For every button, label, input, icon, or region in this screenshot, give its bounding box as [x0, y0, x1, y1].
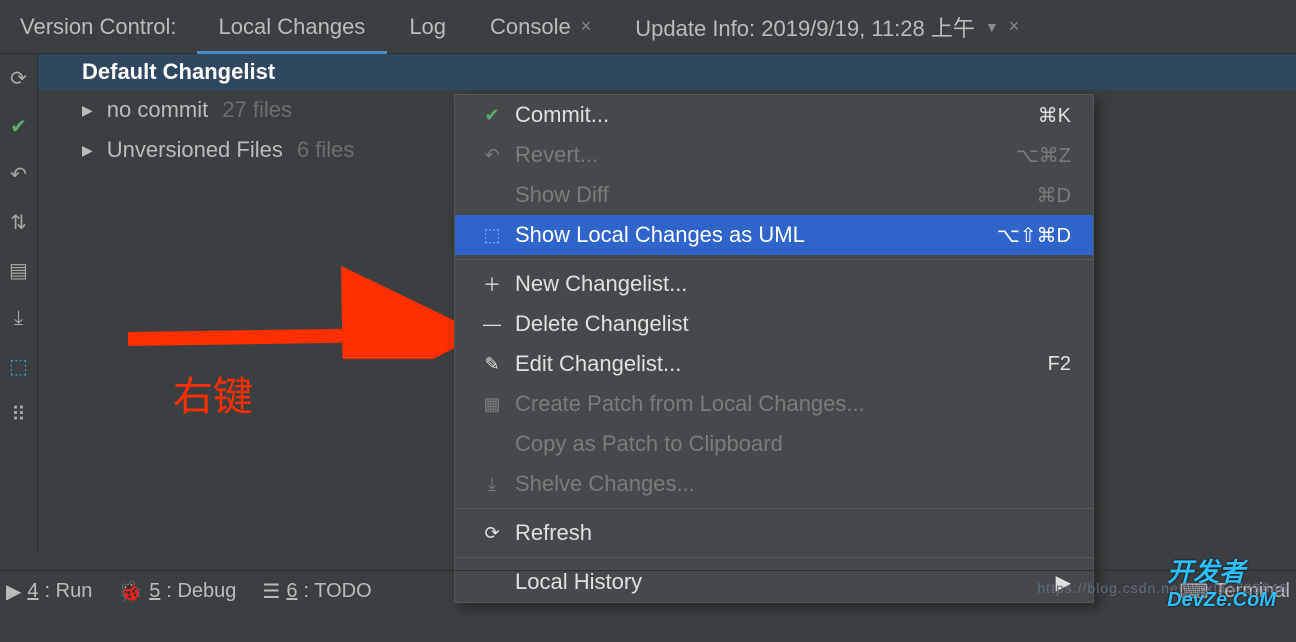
expand-icon[interactable]: ▶: [82, 102, 93, 119]
annotation-text: 右键: [173, 364, 253, 422]
plus-icon: ＋: [477, 271, 507, 297]
uml-icon: ⬚: [477, 225, 507, 246]
menu-refresh[interactable]: ⟳Refresh: [455, 513, 1093, 553]
menu-shelve[interactable]: ⤓Shelve Changes...: [455, 464, 1093, 504]
shelve-icon[interactable]: ⤓: [5, 304, 33, 332]
tool-debug[interactable]: 🐞5: Debug: [118, 579, 236, 604]
close-icon[interactable]: ×: [1009, 16, 1020, 37]
menu-copy-patch[interactable]: Copy as Patch to Clipboard: [455, 424, 1093, 464]
context-menu: ✔Commit...⌘K ↶Revert...⌥⌘Z Show Diff⌘D ⬚…: [454, 94, 1094, 603]
tool-run[interactable]: ▶4: Run: [6, 579, 92, 604]
revert-icon[interactable]: ↶: [5, 160, 33, 188]
vcs-toolbar: ⟳ ✔ ↶ ⇅ ▤ ⤓ ⬚ ⠿: [0, 54, 38, 552]
tool-todo[interactable]: ☰6: TODO: [262, 579, 371, 604]
menu-delete-changelist[interactable]: —Delete Changelist: [455, 304, 1093, 344]
play-icon: ▶: [6, 579, 21, 604]
vcs-tabbar: Version Control: Local Changes Log Conso…: [0, 0, 1296, 54]
menu-create-patch[interactable]: ▦Create Patch from Local Changes...: [455, 384, 1093, 424]
default-changelist-header[interactable]: Default Changelist: [38, 54, 1296, 90]
tab-update-info[interactable]: Update Info: 2019/9/19, 11:28 上午▼×: [613, 0, 1041, 54]
menu-separator: [455, 259, 1093, 260]
bug-icon: 🐞: [118, 579, 143, 604]
commit-icon[interactable]: ✔: [5, 112, 33, 140]
menu-show-diff[interactable]: Show Diff⌘D: [455, 175, 1093, 215]
menu-new-changelist[interactable]: ＋New Changelist...: [455, 264, 1093, 304]
expand-icon[interactable]: ▶: [82, 142, 93, 159]
undo-icon: ↶: [477, 145, 507, 166]
group-icon[interactable]: ⠿: [5, 400, 33, 428]
changelist-icon[interactable]: ▤: [5, 256, 33, 284]
menu-edit-changelist[interactable]: ✎Edit Changelist...F2: [455, 344, 1093, 384]
vcs-title: Version Control:: [0, 14, 197, 40]
menu-commit[interactable]: ✔Commit...⌘K: [455, 95, 1093, 135]
pencil-icon: ✎: [477, 354, 507, 375]
diff-icon[interactable]: ⇅: [5, 208, 33, 236]
uml-icon[interactable]: ⬚: [5, 352, 33, 380]
menu-separator: [455, 557, 1093, 558]
annotation-arrow: [118, 229, 498, 359]
close-icon[interactable]: ×: [581, 16, 592, 37]
patch-icon: ▦: [477, 394, 507, 415]
refresh-icon: ⟳: [477, 523, 507, 544]
chevron-down-icon[interactable]: ▼: [985, 19, 999, 35]
menu-show-uml[interactable]: ⬚Show Local Changes as UML⌥⇧⌘D: [455, 215, 1093, 255]
list-icon: ☰: [262, 579, 280, 604]
shelve-icon: ⤓: [477, 474, 507, 495]
tab-log[interactable]: Log: [387, 0, 468, 54]
tab-local-changes[interactable]: Local Changes: [197, 0, 388, 54]
menu-revert[interactable]: ↶Revert...⌥⌘Z: [455, 135, 1093, 175]
refresh-icon[interactable]: ⟳: [5, 64, 33, 92]
site-logo: 开发者DevZe.CoM: [1167, 552, 1276, 612]
menu-separator: [455, 508, 1093, 509]
check-icon: ✔: [477, 105, 507, 126]
tab-console[interactable]: Console×: [468, 0, 613, 54]
minus-icon: —: [477, 314, 507, 335]
